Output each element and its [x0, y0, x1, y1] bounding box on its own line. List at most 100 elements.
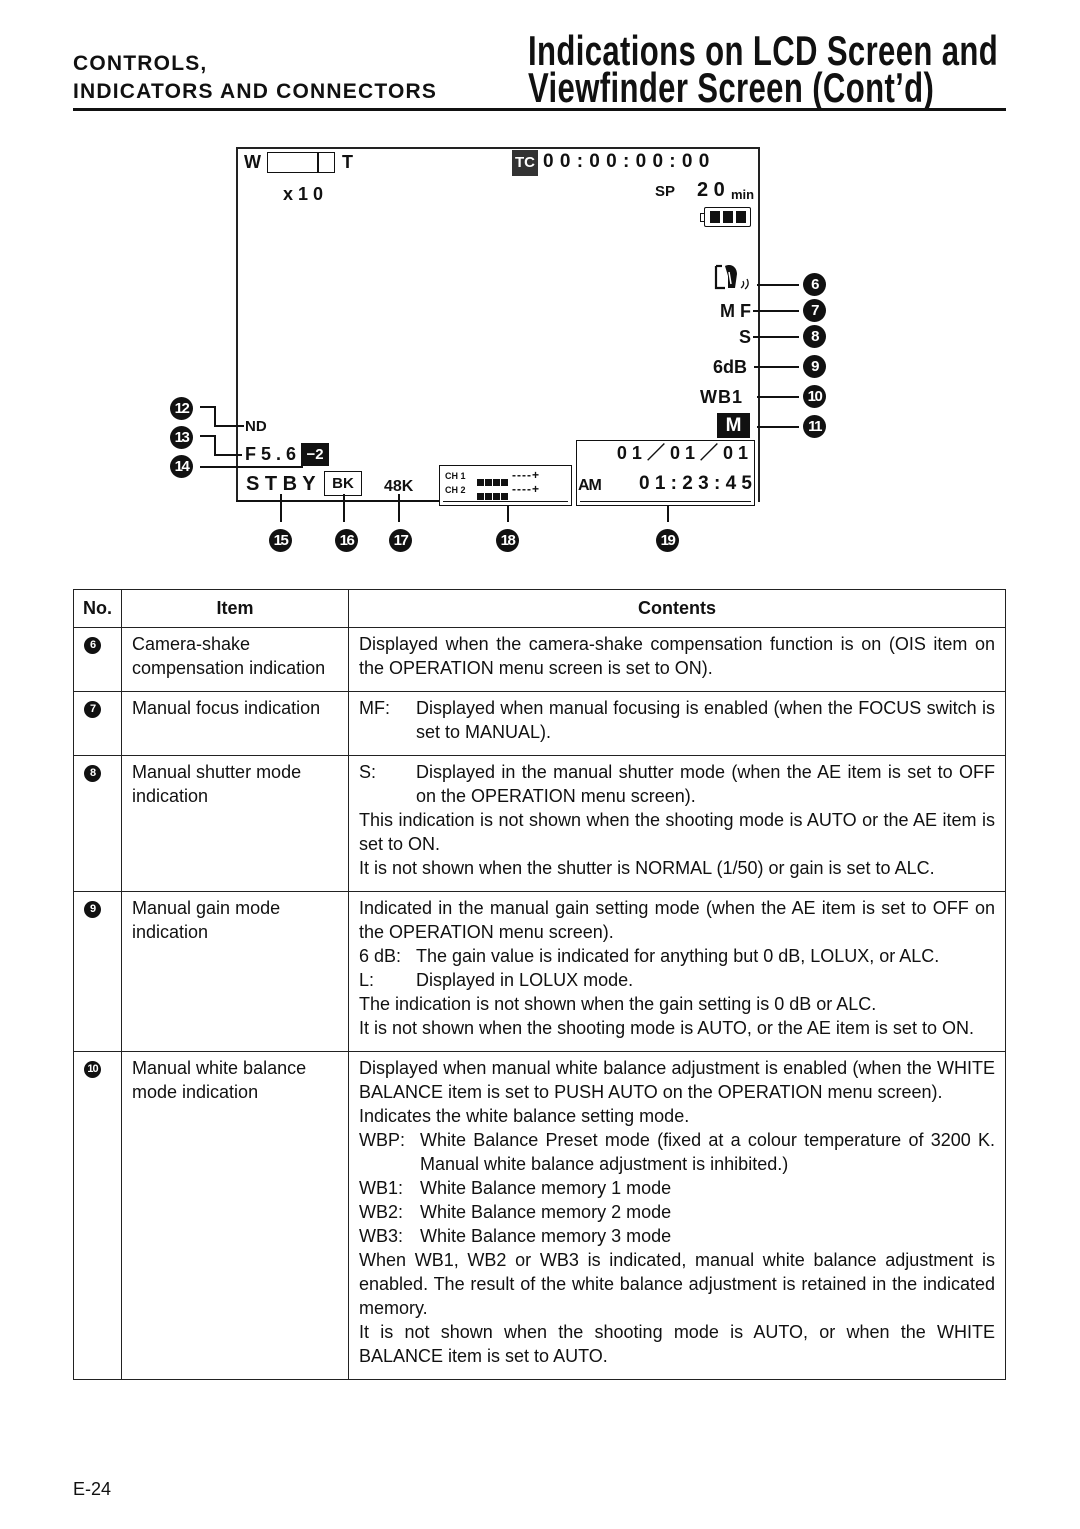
contents-text: It is not shown when the shooting mode i…	[359, 1322, 995, 1366]
contents-text: Indicates the white balance setting mode…	[359, 1106, 690, 1126]
callout-line	[214, 425, 244, 427]
am-pm: AM	[578, 477, 602, 494]
contents-text: Indicated in the manual gain setting mod…	[359, 898, 995, 942]
contents-text: Displayed when manual focusing is enable…	[416, 698, 995, 742]
callout-12: 12	[170, 397, 193, 420]
callout-line	[214, 406, 216, 426]
row-number-cell: 6	[73, 627, 122, 692]
ch1-label: CH 1	[445, 471, 466, 481]
contents-text: The gain value is indicated for anything…	[416, 946, 940, 966]
callout-17: 17	[389, 529, 412, 552]
contents-text: This indication is not shown when the sh…	[359, 810, 995, 854]
callout-line	[398, 494, 400, 522]
screen-bottom-edge	[236, 500, 440, 502]
contents-paragraph: S: Displayed in the manual shutter mode (…	[359, 760, 995, 808]
row-item: Manual gain mode indication	[121, 891, 349, 1052]
callout-line	[507, 505, 509, 522]
zoom-bar	[267, 152, 335, 173]
table-row: 10 Manual white balance mode indication Di…	[73, 1051, 1006, 1380]
contents-label: WBP:	[359, 1130, 406, 1150]
callout-14: 14	[170, 455, 193, 478]
contents-label: WB3:	[359, 1226, 404, 1246]
row-contents: S: Displayed in the manual shutter mode (…	[348, 755, 1006, 892]
iris-value: F 5 . 6	[245, 444, 297, 464]
battery-icon	[700, 207, 752, 228]
gain-indicator: 6dB	[713, 357, 748, 377]
contents-paragraph: L: Displayed in LOLUX mode.	[359, 968, 995, 992]
callout-11: 11	[803, 415, 826, 438]
contents-paragraph: It is not shown when the shutter is NORM…	[359, 856, 995, 880]
callout-16: 16	[335, 529, 358, 552]
table-row: 9 Manual gain mode indication Indicated in…	[73, 891, 1006, 1052]
table-row: 7 Manual focus indication MF: Displayed whe…	[73, 691, 1006, 756]
zoom-wide-label: W	[244, 152, 261, 172]
callout-line	[757, 284, 799, 286]
callout-6: 6	[803, 273, 826, 296]
timecode: 0 0 : 0 0 : 0 0 : 0 0	[543, 151, 710, 172]
contents-paragraph: 6 dB: The gain value is indicated for any…	[359, 944, 995, 968]
contents-paragraph: This indication is not shown when the sh…	[359, 808, 995, 856]
row-item: Manual white balance mode indication	[121, 1051, 349, 1380]
row-number-cell: 7	[73, 691, 122, 756]
contents-paragraph: Indicates the white balance setting mode…	[359, 1104, 995, 1128]
callout-line	[200, 435, 215, 437]
header-item: Item	[121, 589, 349, 628]
contents-label: MF:	[359, 698, 390, 718]
row-item: Manual shutter mode indication	[121, 755, 349, 892]
contents-paragraph: When WB1, WB2 or WB3 is indicated, manua…	[359, 1248, 995, 1320]
callout-13: 13	[170, 426, 193, 449]
contents-paragraph: It is not shown when the shooting mode i…	[359, 1320, 995, 1368]
callout-15: 15	[269, 529, 292, 552]
contents-text: White Balance memory 1 mode	[420, 1178, 672, 1198]
ch2-label: CH 2	[445, 485, 466, 495]
record-status: S T B Y	[246, 473, 316, 495]
row-number: 7	[84, 701, 101, 718]
callout-line	[757, 396, 799, 398]
ch2-meter	[477, 487, 508, 505]
contents-paragraph: WB2: White Balance memory 2 mode	[359, 1200, 995, 1224]
callout-line	[667, 505, 669, 522]
callout-line	[753, 336, 799, 338]
date-time-display: 0 1 ／ 0 1 ／ 0 1 AM 0 1 : 2 3 : 4 5	[576, 440, 755, 506]
white-balance-indicator: WB1	[700, 387, 743, 407]
callout-line	[214, 435, 216, 455]
nd-filter-indicator: ND	[245, 418, 267, 435]
callout-line	[200, 406, 215, 408]
date: 0 1 ／ 0 1 ／ 0 1	[616, 443, 748, 463]
callout-line	[200, 466, 303, 468]
contents-paragraph: MF: Displayed when manual focusing is ena…	[359, 696, 995, 744]
zoom-tele-label: T	[342, 152, 353, 172]
row-number: 9	[84, 901, 101, 918]
page-title-cont: Viewfinder Screen (Cont’d)	[528, 64, 935, 111]
contents-text: Displayed when the camera-shake compensa…	[359, 634, 995, 678]
section-label: CONTROLS,	[73, 52, 208, 75]
contents-text: It is not shown when the shutter is NORM…	[359, 858, 935, 878]
shutter-indicator: S	[739, 327, 752, 347]
section-sublabel: INDICATORS AND CONNECTORS	[73, 80, 438, 103]
ch2-scale: ----+	[512, 482, 540, 496]
table-row: 8 Manual shutter mode indication S: Display…	[73, 755, 1006, 892]
table-header-row: No. Item Contents	[73, 589, 1006, 628]
audio-level-meter: CH 1 CH 2 ----+ ----+	[439, 465, 572, 506]
ae-level-badge: −2	[301, 443, 329, 466]
row-contents: Indicated in the manual gain setting mod…	[348, 891, 1006, 1052]
indications-table: No. Item Contents 6 Camera-shake compensa…	[73, 589, 1006, 1380]
callout-18: 18	[496, 529, 519, 552]
row-number: 8	[84, 765, 101, 782]
callout-line	[214, 454, 242, 456]
contents-paragraph: Displayed when manual white balance adju…	[359, 1056, 995, 1104]
tape-speed: SP	[655, 183, 676, 200]
memory-indicator: M	[717, 413, 750, 438]
contents-label: WB2:	[359, 1202, 404, 1222]
contents-paragraph: Indicated in the manual gain setting mod…	[359, 896, 995, 944]
contents-paragraph: WB3: White Balance memory 3 mode	[359, 1224, 995, 1248]
manual-focus-indicator: M F	[720, 301, 751, 321]
contents-paragraph: WB1: White Balance memory 1 mode	[359, 1176, 995, 1200]
contents-text: When WB1, WB2 or WB3 is indicated, manua…	[359, 1250, 995, 1318]
header-contents: Contents	[348, 589, 1006, 628]
row-number: 10	[84, 1061, 101, 1078]
contents-paragraph: The indication is not shown when the gai…	[359, 992, 995, 1016]
contents-label: L:	[359, 970, 375, 990]
callout-19: 19	[656, 529, 679, 552]
contents-paragraph: Displayed when the camera-shake compensa…	[359, 632, 995, 680]
